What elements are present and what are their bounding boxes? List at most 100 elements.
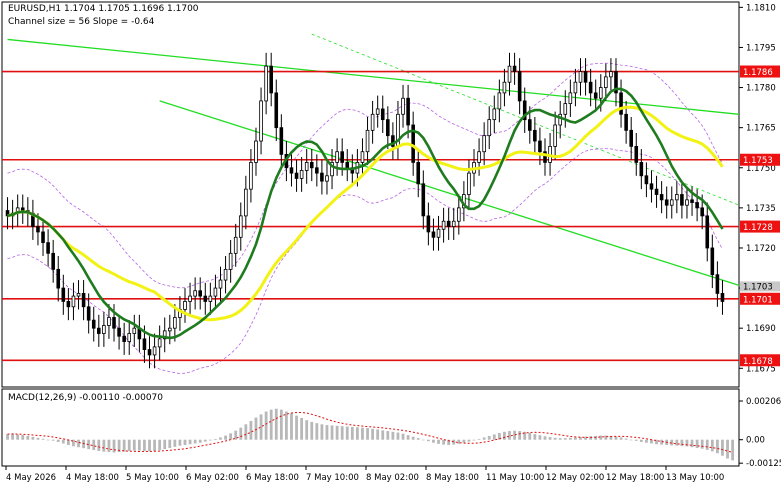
candle-body: [193, 290, 197, 297]
candle-body: [102, 325, 106, 334]
candle-body: [380, 108, 385, 121]
macd-bar: [462, 439, 466, 443]
macd-bar: [426, 439, 430, 442]
macd-bar: [274, 408, 278, 440]
macd-bar: [168, 439, 172, 448]
macd-bar: [330, 425, 334, 440]
candle-body: [507, 65, 512, 83]
macd-bar: [645, 439, 648, 443]
time-label: 8 May 02:00: [366, 473, 419, 483]
macd-bar: [203, 439, 207, 442]
macd-bar: [538, 435, 542, 440]
macd-bar: [300, 417, 304, 440]
candle-body: [639, 162, 644, 177]
candle-body: [583, 71, 588, 83]
macd-bar: [634, 439, 638, 441]
candle-body: [375, 108, 380, 115]
macd-bar: [310, 421, 314, 440]
macd-bar: [563, 438, 567, 440]
macd-bar: [137, 439, 141, 451]
candle-body: [538, 140, 542, 153]
candle-body: [157, 338, 162, 348]
candle-body: [467, 172, 471, 195]
macd-bar: [112, 439, 116, 453]
candle-body: [624, 113, 628, 131]
macd-bar: [421, 439, 425, 441]
time-label: 12 May 02:00: [546, 473, 604, 483]
candle-body: [107, 317, 111, 326]
macd-bar: [716, 439, 719, 454]
macd-bar: [411, 436, 415, 440]
macd-bar: [432, 439, 435, 443]
macd-tick-label: 0.00206: [746, 397, 781, 407]
price-chart[interactable]: 1.18101.17951.17801.17651.17501.17351.17…: [0, 0, 781, 489]
macd-bar: [234, 430, 238, 440]
macd-bar: [457, 439, 461, 444]
macd-bar: [249, 420, 253, 440]
candle-body: [593, 92, 598, 99]
macd-bar: [290, 413, 293, 440]
price-tick-label: 1.1780: [746, 84, 776, 94]
candle-body: [254, 140, 258, 163]
level-label-1.1728: 1.1728: [743, 223, 773, 233]
candle-body: [289, 167, 294, 174]
macd-bar: [624, 438, 628, 440]
candle-body: [715, 274, 720, 294]
candle-body: [685, 199, 689, 206]
macd-bar: [721, 439, 724, 456]
macd-label: MACD(12,26,9) -0.00110 -0.00070: [8, 393, 164, 403]
candle-body: [649, 183, 654, 190]
candle-body: [441, 220, 446, 230]
macd-bar: [705, 439, 709, 450]
macd-bar: [214, 438, 217, 440]
candle-body: [76, 293, 81, 297]
macd-bar: [173, 439, 177, 447]
current-price-label: 1.1703: [743, 282, 773, 292]
candle-body: [259, 100, 263, 142]
candle-body: [304, 162, 309, 171]
macd-bar: [594, 435, 598, 440]
candle-body: [553, 124, 557, 147]
macd-bar: [6, 434, 9, 440]
macd-bar: [386, 431, 390, 440]
candle-body: [91, 319, 96, 329]
macd-bar: [21, 435, 25, 440]
candle-body: [578, 71, 583, 83]
time-label: 5 May 10:00: [126, 473, 179, 483]
macd-bar: [244, 424, 248, 440]
macd-bar: [650, 439, 653, 444]
macd-bar: [254, 417, 258, 440]
candle-body: [609, 71, 613, 78]
candle-body: [320, 172, 324, 182]
candle-body: [365, 129, 370, 153]
candle-body: [340, 151, 344, 163]
macd-bar: [574, 437, 577, 440]
candle-body: [228, 252, 233, 270]
channel-upper-line: [7, 38, 740, 115]
candle-body: [558, 113, 563, 126]
macd-bar: [335, 425, 339, 440]
time-label: 7 May 10:00: [306, 473, 359, 483]
macd-bar: [381, 430, 385, 440]
macd-bar: [320, 424, 324, 440]
candle-body: [46, 242, 50, 254]
macd-bar: [543, 436, 547, 440]
candle-body: [269, 65, 273, 94]
candle-body: [345, 162, 350, 169]
macd-bar: [77, 439, 80, 448]
candle-body: [203, 295, 208, 302]
candle-body: [598, 87, 603, 99]
macd-bar: [239, 427, 243, 440]
price-tick-label: 1.1735: [746, 204, 776, 214]
candle-body: [573, 81, 578, 94]
time-label: 8 May 18:00: [426, 473, 479, 483]
macd-bar: [376, 429, 380, 440]
candle-body: [634, 145, 639, 163]
level-label-1.1753: 1.1753: [743, 156, 773, 166]
candle-body: [20, 207, 25, 211]
macd-bar: [589, 436, 593, 440]
envelope-lower: [7, 148, 723, 374]
candle-body: [36, 226, 40, 233]
price-tick-label: 1.1690: [746, 324, 776, 334]
macd-bar: [482, 437, 486, 440]
